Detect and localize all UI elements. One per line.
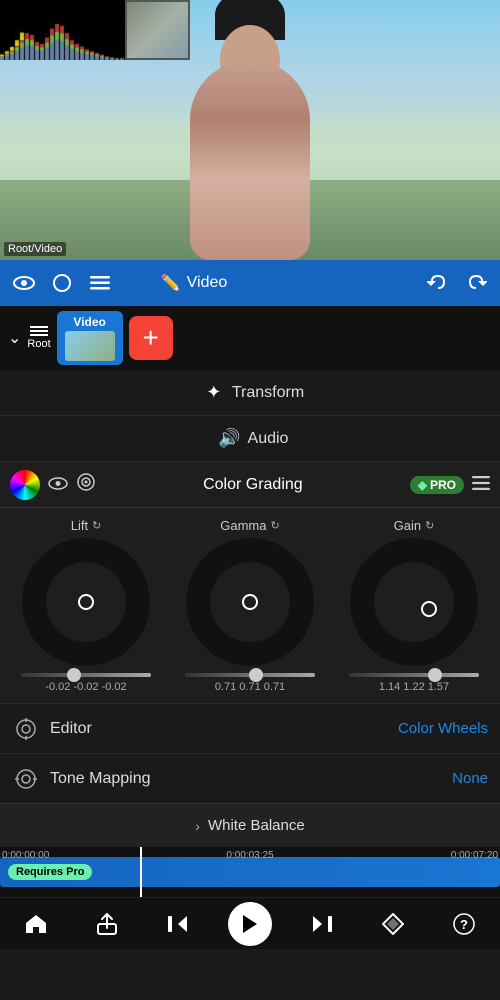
editor-row[interactable]: Editor Color Wheels	[0, 703, 500, 753]
pencil-icon: ✏️	[161, 273, 181, 293]
gain-wheel-svg	[349, 537, 479, 667]
home-button[interactable]	[15, 903, 57, 945]
video-chip-label: Video	[73, 315, 105, 329]
top-toolbar: ✏️ Video	[0, 260, 500, 306]
gamma-wheel-col: Gamma ↻ 0.71 0.71 0.71	[176, 518, 324, 693]
list-icon	[30, 326, 48, 336]
properties-panel: ✦ Transform 🔊 Audio	[0, 370, 500, 462]
wb-expand-icon: ›	[195, 818, 200, 834]
gain-refresh-icon[interactable]: ↻	[425, 519, 434, 532]
eye-icon[interactable]	[8, 267, 40, 299]
editor-label: Editor	[50, 720, 388, 738]
timeline-strip: ⌄ Root Video +	[0, 306, 500, 370]
requires-pro-badge: Requires Pro	[8, 864, 92, 880]
lift-refresh-icon[interactable]: ↻	[92, 519, 101, 532]
undo-button[interactable]	[422, 267, 454, 299]
cg-eye-icon[interactable]	[48, 474, 68, 495]
audio-row[interactable]: 🔊 Audio	[0, 416, 500, 462]
tone-mapping-value: None	[452, 770, 488, 787]
gamma-slider[interactable]	[185, 673, 315, 677]
person-body	[190, 60, 310, 260]
video-preview: Root/Video	[0, 0, 500, 260]
root-button[interactable]: Root	[27, 326, 50, 350]
next-frame-button[interactable]	[301, 903, 343, 945]
gain-slider[interactable]	[349, 673, 479, 677]
svg-text:?: ?	[460, 917, 468, 932]
diamond-icon: ◆	[418, 478, 427, 492]
help-button[interactable]: ?	[443, 903, 485, 945]
audio-icon: 🔊	[212, 428, 248, 449]
color-grading-title: Color Grading	[104, 476, 402, 494]
pro-badge: ◆ PRO	[410, 476, 464, 494]
editor-value: Color Wheels	[398, 720, 488, 737]
lift-wheel-svg	[21, 537, 151, 667]
gamma-refresh-icon[interactable]: ↻	[271, 519, 280, 532]
white-balance-label: White Balance	[208, 817, 305, 834]
video-chip-thumb	[65, 331, 115, 361]
editor-icon	[12, 715, 40, 743]
gamma-header: Gamma ↻	[220, 518, 279, 533]
transform-label: Transform	[232, 384, 304, 402]
color-grading-header: Color Grading ◆ PRO	[0, 462, 500, 508]
color-wheel-icon	[10, 470, 40, 500]
lift-header: Lift ↻	[71, 518, 102, 533]
root-label: Root	[27, 338, 50, 350]
prev-frame-button[interactable]	[157, 903, 199, 945]
cg-menu-icon[interactable]	[472, 473, 490, 496]
play-button[interactable]	[228, 902, 272, 946]
add-button[interactable]: +	[129, 316, 173, 360]
lift-values: -0.02 -0.02 -0.02	[45, 681, 126, 693]
bottom-toolbar: ?	[0, 897, 500, 949]
pro-label: PRO	[430, 478, 456, 492]
time-end: 0:00:07:20	[451, 850, 498, 861]
audio-label: Audio	[248, 430, 289, 448]
collapse-chevron[interactable]: ⌄	[8, 328, 21, 348]
gain-wheel-col: Gain ↻ 1.14 1.22 1.57	[340, 518, 488, 693]
toolbar-title: ✏️ Video	[122, 273, 266, 293]
tone-mapping-row[interactable]: Tone Mapping None	[0, 753, 500, 803]
circle-icon[interactable]	[46, 267, 78, 299]
gamma-values: 0.71 0.71 0.71	[215, 681, 285, 693]
cg-target-icon[interactable]	[76, 472, 96, 497]
video-label: Root/Video	[4, 242, 66, 256]
wheels-container: Lift ↻	[4, 518, 496, 693]
video-chip[interactable]: Video	[57, 311, 123, 365]
timeline-scrubber[interactable]: Requires Pro 0:00:00:00 0:00:03:25 0:00:…	[0, 847, 500, 897]
toolbar-title-text: Video	[187, 274, 228, 292]
color-wheels-area: Lift ↻	[0, 508, 500, 703]
white-balance-row[interactable]: › White Balance	[0, 803, 500, 847]
redo-button[interactable]	[460, 267, 492, 299]
gain-values: 1.14 1.22 1.57	[379, 681, 449, 693]
lift-slider[interactable]	[21, 673, 151, 677]
lift-label: Lift	[71, 518, 88, 533]
timeline-video-block: Requires Pro	[0, 857, 500, 887]
time-mid: 0:00:03:25	[226, 850, 273, 861]
tone-mapping-icon	[12, 765, 40, 793]
gamma-wheel[interactable]	[185, 537, 315, 667]
hamburger-icon[interactable]	[84, 267, 116, 299]
thumbnail-overlay	[125, 0, 190, 60]
share-button[interactable]	[86, 903, 128, 945]
diamond-button[interactable]	[372, 903, 414, 945]
histogram	[0, 0, 125, 60]
tone-mapping-label: Tone Mapping	[50, 770, 442, 788]
color-grading-section: Color Grading ◆ PRO Lift ↻	[0, 462, 500, 847]
transform-row[interactable]: ✦ Transform	[0, 370, 500, 416]
transform-icon: ✦	[196, 382, 232, 403]
timeline-playhead	[140, 847, 142, 897]
time-start: 0:00:00:00	[2, 850, 49, 861]
gamma-wheel-svg	[185, 537, 315, 667]
gain-wheel[interactable]	[349, 537, 479, 667]
lift-wheel-col: Lift ↻	[12, 518, 160, 693]
lift-wheel[interactable]	[21, 537, 151, 667]
gain-label: Gain	[394, 518, 421, 533]
gain-header: Gain ↻	[394, 518, 435, 533]
gamma-label: Gamma	[220, 518, 266, 533]
